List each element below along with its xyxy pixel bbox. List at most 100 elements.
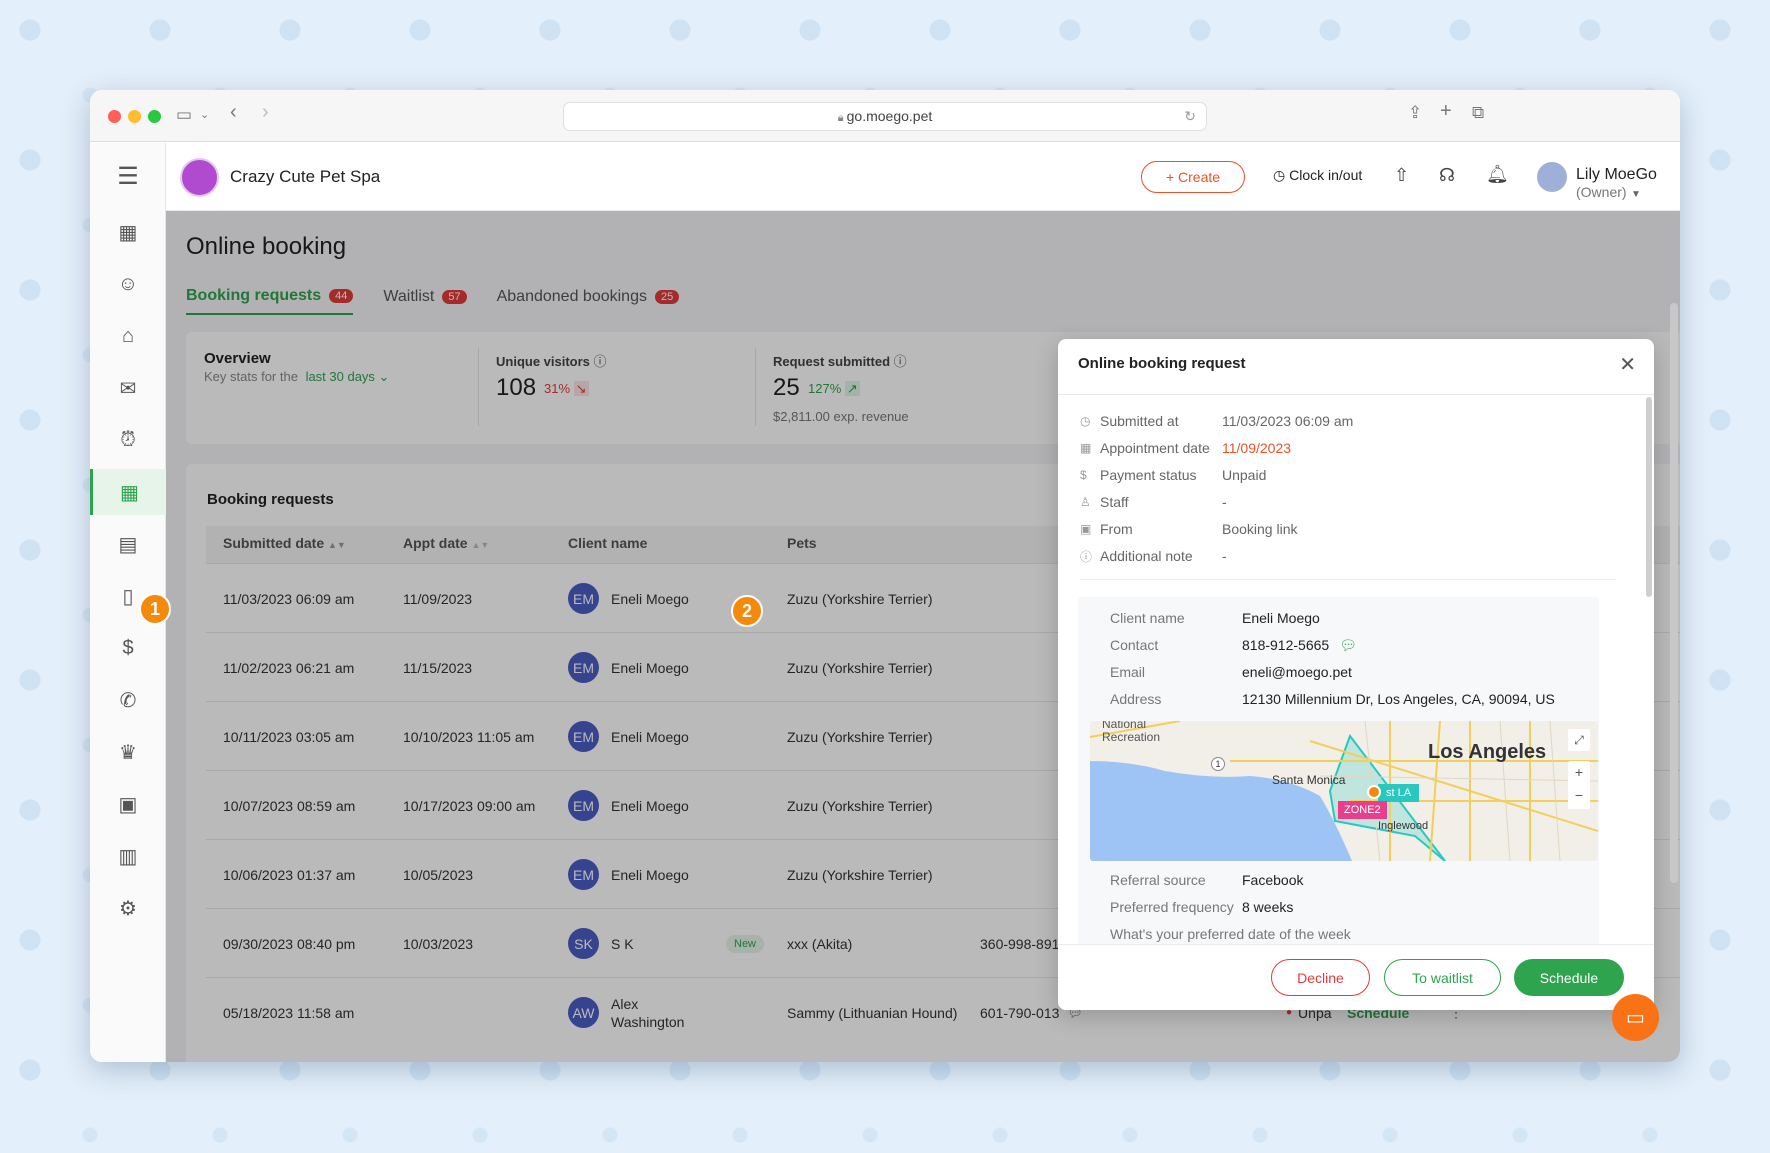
modal-scrollbar[interactable] — [1646, 397, 1652, 597]
zone-label: ZONE2 — [1338, 801, 1387, 819]
client-name-value[interactable]: Eneli Moego — [1242, 607, 1320, 629]
to-waitlist-button[interactable]: To waitlist — [1384, 959, 1501, 996]
minimize-window-button[interactable] — [128, 110, 141, 123]
bell-icon[interactable]: 🔔︎ — [1486, 164, 1509, 185]
close-icon[interactable]: ✕ — [1619, 352, 1636, 377]
maximize-window-button[interactable] — [148, 110, 161, 123]
back-icon[interactable]: ‹ — [230, 102, 237, 122]
store-icon[interactable]: ⌂ — [90, 313, 166, 359]
frequency-value: 8 weeks — [1242, 899, 1294, 915]
contact-text: 818-912-5665 — [1242, 637, 1330, 653]
business-name[interactable]: Crazy Cute Pet Spa — [230, 167, 380, 187]
detail-label-text: Additional note — [1100, 548, 1193, 564]
chat-support-icon[interactable]: ▭ — [1612, 994, 1659, 1041]
browser-window: ▭ ⌄ ‹ › 🔒︎ go.moego.pet ↻ ⇪ + ⧉ ☰ ▦ ☺ ⌂ ✉… — [90, 90, 1680, 1062]
email-value: eneli@moego.pet — [1242, 664, 1352, 680]
detail-value: 11/03/2023 06:09 am — [1222, 413, 1354, 429]
detail-label: ▦ Appointment date — [1080, 437, 1210, 459]
decline-button[interactable]: Decline — [1271, 959, 1370, 996]
booking-request-modal: Online booking request ✕ ◷ Submitted at 1… — [1058, 339, 1654, 1010]
dollar-icon: $ — [1080, 468, 1087, 482]
settings-icon[interactable]: ⚙ — [90, 885, 166, 931]
pet-icon[interactable]: ☺ — [90, 261, 166, 307]
fullscreen-icon[interactable]: ⤢ — [1568, 729, 1590, 751]
forward-icon[interactable]: › — [262, 102, 269, 122]
message-icon[interactable]: ✉ — [90, 365, 166, 411]
clock-icon: ◷ — [1080, 414, 1091, 428]
url-text: go.moego.pet — [846, 108, 933, 124]
map-label-inglewood: Inglewood — [1378, 820, 1429, 832]
reload-icon[interactable]: ↻ — [1184, 103, 1196, 130]
chart-icon[interactable]: ▥ — [90, 833, 166, 879]
report-icon[interactable]: ▣ — [90, 781, 166, 827]
menu-icon[interactable]: ☰ — [90, 153, 166, 199]
upload-icon[interactable]: ⇧ — [1394, 165, 1409, 186]
online-booking-icon[interactable]: ▦ — [90, 469, 166, 515]
page-scrollbar[interactable] — [1670, 303, 1678, 883]
user-menu[interactable]: Lily MoeGo (Owner) ▼ — [1576, 166, 1680, 202]
app-root: ☰ ▦ ☺ ⌂ ✉ ⏰︎ ▦ ▤ ▯ $ ✆ ♛ ▣ ▥ ⚙ Crazy Cut… — [90, 143, 1680, 1062]
crown-icon[interactable]: ♛ — [90, 729, 166, 775]
client-label: Address — [1110, 691, 1162, 707]
dollar-icon[interactable]: $ — [90, 625, 166, 671]
chat-icon[interactable]: 💬︎ — [1339, 637, 1357, 654]
detail-value: Unpaid — [1222, 467, 1267, 483]
detail-label: ⓘ Additional note — [1080, 545, 1193, 567]
appointment-date-value: 11/09/2023 — [1222, 440, 1292, 456]
sidebar-toggle-icon[interactable]: ▭ — [176, 106, 192, 123]
create-button[interactable]: + Create — [1141, 161, 1245, 193]
close-window-button[interactable] — [108, 110, 121, 123]
client-label: Preferred frequency — [1110, 899, 1234, 915]
modal-footer: Decline To waitlist Schedule — [1058, 944, 1654, 1010]
detail-label-text: Payment status — [1100, 467, 1197, 483]
client-info-panel: Client name Eneli Moego Contact 818-912-… — [1078, 597, 1599, 959]
app-header: Crazy Cute Pet Spa + Create ◷ Clock in/o… — [166, 143, 1680, 211]
calendar-icon[interactable]: ▦ — [90, 209, 166, 255]
new-tab-icon[interactable]: + — [1440, 101, 1452, 121]
map-label-park: National Recreation — [1102, 721, 1160, 744]
map-label-city: Los Angeles — [1428, 741, 1547, 763]
clock-in-out-button[interactable]: ◷ Clock in/out — [1273, 167, 1362, 184]
address-bar[interactable]: 🔒︎ go.moego.pet ↻ — [563, 102, 1207, 131]
clipboard-icon[interactable]: ▤ — [90, 521, 166, 567]
business-logo — [180, 158, 219, 197]
location-pin-icon — [1367, 785, 1381, 799]
tab-overview-icon[interactable]: ⧉ — [1472, 104, 1484, 121]
zone-label: st LA — [1378, 784, 1420, 802]
step-marker-two: 2 — [731, 595, 763, 627]
client-label: Contact — [1110, 637, 1159, 653]
detail-label-text: Appointment date — [1100, 440, 1210, 456]
megaphone-icon[interactable]: ✆ — [90, 677, 166, 723]
detail-label-text: Submitted at — [1100, 413, 1179, 429]
link-icon: ▣ — [1080, 522, 1092, 536]
chevron-down-icon: ▼ — [1631, 189, 1641, 200]
zoom-out-button[interactable]: − — [1568, 784, 1590, 807]
divider — [1058, 394, 1654, 395]
avatar[interactable] — [1537, 162, 1567, 192]
detail-label: ▣ From — [1080, 518, 1133, 540]
clock-icon: ◷ — [1273, 167, 1290, 183]
client-label: Email — [1110, 664, 1146, 680]
chevron-down-icon[interactable]: ⌄ — [200, 107, 209, 124]
headset-icon[interactable]: ☊ — [1439, 165, 1455, 186]
highway-shield: 1 — [1211, 757, 1225, 771]
referral-value: Facebook — [1242, 872, 1304, 888]
browser-toolbar: ▭ ⌄ ‹ › 🔒︎ go.moego.pet ↻ ⇪ + ⧉ — [90, 90, 1680, 142]
calendar-icon: ▦ — [1080, 441, 1092, 455]
share-icon[interactable]: ⇪ — [1408, 104, 1422, 121]
detail-value: - — [1222, 494, 1227, 510]
alarm-icon[interactable]: ⏰︎ — [90, 417, 166, 463]
schedule-button[interactable]: Schedule — [1514, 959, 1624, 996]
zoom-control: + − — [1568, 761, 1590, 809]
zoom-in-button[interactable]: + — [1568, 761, 1590, 784]
divider — [1080, 579, 1616, 580]
map-label-santa-monica: Santa Monica — [1272, 773, 1346, 787]
user-name: Lily MoeGo — [1576, 166, 1657, 183]
detail-label: ◷ Submitted at — [1080, 410, 1179, 432]
modal-title: Online booking request — [1078, 355, 1246, 372]
user-role: (Owner) — [1576, 184, 1627, 200]
service-area-map[interactable]: National Recreation 1 Santa Monica Los An… — [1090, 721, 1598, 861]
info-icon: ⓘ — [1080, 549, 1093, 564]
client-label: What's your preferred date of the week — [1110, 926, 1351, 942]
person-icon: ♙ — [1080, 495, 1091, 509]
